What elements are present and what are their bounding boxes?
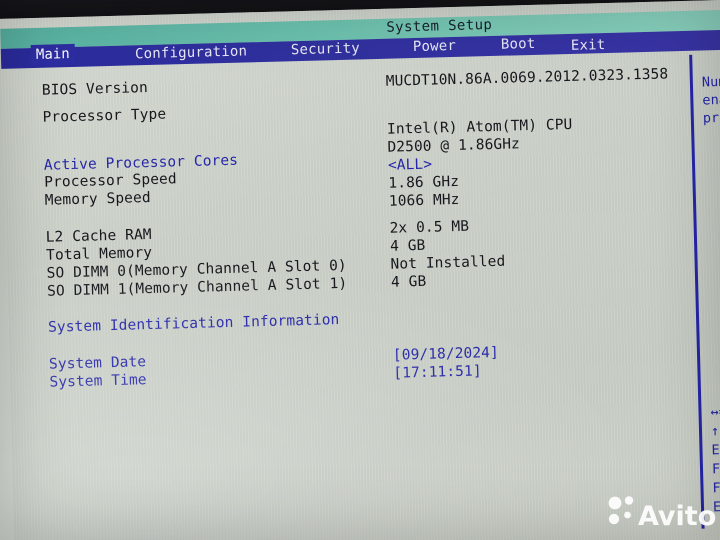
label-processor-speed: Processor Speed	[44, 171, 177, 191]
key-legend-esc: Esc=Previ	[712, 497, 720, 516]
key-legend-select-horizontal: ↔=Select	[710, 402, 720, 421]
monitor-panel: System Setup Configuration Security Powe…	[0, 0, 720, 540]
value-so-dimm-0: Not Installed	[390, 253, 506, 273]
menu-item-main[interactable]: Main	[30, 43, 75, 67]
menu-item-configuration[interactable]: Configuration	[135, 43, 248, 62]
value-so-dimm-1: 4 GB	[390, 273, 427, 291]
label-bios-version: BIOS Version	[41, 80, 149, 99]
value-bios-version: MUCDT10N.86A.0069.2012.0323.1358	[385, 66, 669, 90]
key-legend-select-vertical: ↑↓=Select	[710, 421, 720, 440]
value-active-processor-cores[interactable]: <ALL>	[388, 157, 433, 174]
label-processor-type: Processor Type	[42, 106, 167, 126]
menu-item-security[interactable]: Security	[291, 40, 360, 58]
menu-item-boot[interactable]: Boot	[501, 36, 536, 53]
page-title: System Setup	[386, 16, 493, 36]
key-legend-f9: F9=Setup	[711, 459, 720, 478]
label-system-date[interactable]: System Date	[49, 354, 147, 373]
value-processor-speed: 1.86 GHz	[388, 173, 460, 192]
help-description-line-3: processor	[702, 108, 720, 127]
help-description-line-1: Number of	[701, 73, 720, 91]
value-system-time[interactable]: [17:11:51]	[393, 363, 482, 381]
value-l2-cache-ram: 2x 0.5 MB	[389, 218, 470, 237]
menu-item-exit[interactable]: Exit	[571, 37, 606, 54]
label-l2-cache-ram: L2 Cache RAM	[45, 226, 152, 246]
value-memory-speed: 1066 MHz	[388, 191, 460, 210]
key-legend-enter: Enter=Sel	[711, 440, 720, 459]
value-processor-type: Intel(R) Atom(TM) CPU	[386, 116, 573, 138]
value-total-memory: 4 GB	[389, 237, 426, 255]
value-system-date[interactable]: [09/18/2024]	[393, 345, 499, 364]
label-system-time[interactable]: System Time	[49, 372, 147, 391]
label-active-processor-cores[interactable]: Active Processor Cores	[44, 153, 239, 174]
value-processor-model: D2500 @ 1.86GHz	[387, 136, 521, 156]
label-system-identification-information[interactable]: System Identification Information	[48, 312, 340, 336]
key-legend-f10: F10=Save	[712, 478, 720, 497]
label-total-memory: Total Memory	[45, 244, 153, 264]
bios-screen: System Setup Configuration Security Powe…	[0, 0, 720, 540]
menu-item-power[interactable]: Power	[413, 38, 457, 55]
bios-setup-photo: System Setup Configuration Security Powe…	[0, 0, 720, 540]
label-memory-speed: Memory Speed	[44, 189, 151, 209]
help-description-line-2: enable in	[702, 91, 720, 109]
